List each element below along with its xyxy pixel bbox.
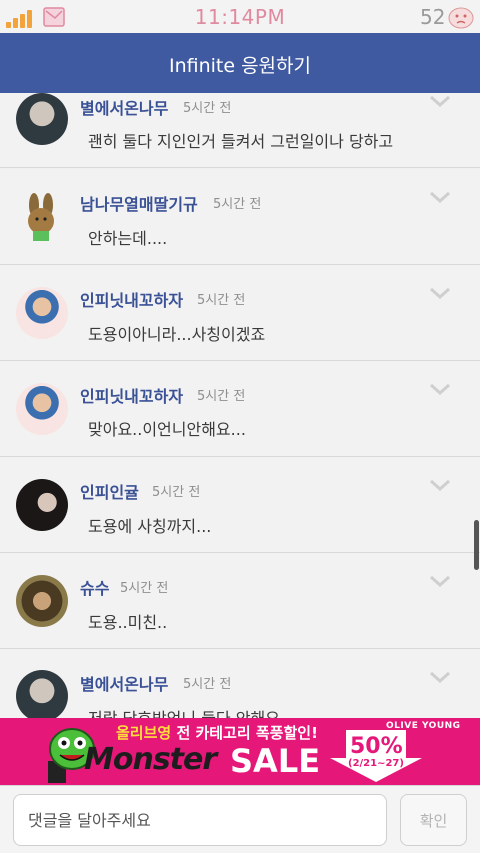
- ad-banner[interactable]: 올리브영 전 카테고리 폭풍할인! Monster SALE OLIVE YOU…: [0, 718, 480, 785]
- ad-dates: (2/21~27): [348, 758, 404, 769]
- comment-author[interactable]: 별에서온나무: [80, 95, 168, 119]
- avatar[interactable]: [16, 93, 68, 145]
- comment-time: 5시간 전: [213, 197, 262, 212]
- comment-time: 5시간 전: [120, 581, 169, 596]
- app-header: Infinite 응원하기: [0, 33, 480, 93]
- comment-text: 안하는데....: [88, 229, 168, 248]
- comment-text: 도용..미친..: [88, 613, 168, 632]
- comment-author[interactable]: 슈수: [80, 575, 109, 599]
- chevron-down-icon[interactable]: [428, 381, 452, 397]
- comment-input-bar: 확인: [0, 785, 480, 853]
- ad-monster-text: Monster: [84, 742, 217, 777]
- comment-time: 5시간 전: [197, 293, 246, 308]
- comment-item: 남나무열매딸기규 5시간 전 안하는데....: [0, 169, 480, 265]
- ad-brand-logo: OLIVE YOUNG: [386, 721, 461, 731]
- chevron-down-icon[interactable]: [428, 93, 452, 109]
- chevron-down-icon[interactable]: [428, 189, 452, 205]
- chevron-down-icon[interactable]: [428, 285, 452, 301]
- comment-time: 5시간 전: [183, 101, 232, 116]
- status-bar: 11:14PM 52: [0, 0, 480, 33]
- comment-time: 5시간 전: [197, 389, 246, 404]
- comment-item: 별에서온나무 5시간 전 저랑 당호박언니 둘다 안해요: [0, 649, 480, 718]
- comment-item: 슈수 5시간 전 도용..미친..: [0, 553, 480, 649]
- comment-author[interactable]: 인피인귤: [80, 479, 139, 503]
- page-title: Infinite 응원하기: [168, 55, 312, 77]
- comment-time: 5시간 전: [152, 485, 201, 500]
- comment-list[interactable]: 별에서온나무 5시간 전 괜히 둘다 지인인거 들켜서 그런일이나 당하고 남나…: [0, 93, 480, 718]
- comment-text: 도용에 사칭까지...: [88, 517, 212, 536]
- ad-discount: 50%: [350, 734, 403, 759]
- comment-author[interactable]: 남나무열매딸기규: [80, 191, 198, 215]
- avatar[interactable]: [16, 383, 68, 435]
- comment-item: 인피닛내꼬하자 5시간 전 도용이아니라...사칭이겠죠: [0, 265, 480, 361]
- chevron-down-icon[interactable]: [428, 669, 452, 685]
- comment-text: 도용이아니라...사칭이겠죠: [88, 325, 266, 344]
- comment-item: 인피인귤 5시간 전 도용에 사칭까지...: [0, 457, 480, 553]
- ad-headline-text: 전 카테고리 폭풍할인!: [176, 724, 318, 742]
- avatar[interactable]: [16, 575, 68, 627]
- chevron-down-icon[interactable]: [428, 477, 452, 493]
- ad-headline: 올리브영 전 카테고리 폭풍할인!: [116, 722, 318, 743]
- battery-level: 52: [420, 5, 446, 29]
- comment-author[interactable]: 인피닛내꼬하자: [80, 383, 183, 407]
- comment-author[interactable]: 별에서온나무: [80, 671, 168, 695]
- comment-text: 저랑 당호박언니 둘다 안해요: [88, 705, 280, 718]
- avatar[interactable]: [16, 479, 68, 531]
- comment-author[interactable]: 인피닛내꼬하자: [80, 287, 183, 311]
- scrollbar[interactable]: [474, 520, 479, 570]
- chevron-down-icon[interactable]: [428, 573, 452, 589]
- avatar[interactable]: [16, 191, 68, 243]
- comment-text: 괜히 둘다 지인인거 들켜서 그런일이나 당하고: [88, 132, 394, 151]
- comment-input[interactable]: [13, 794, 387, 846]
- avatar[interactable]: [16, 287, 68, 339]
- battery-face-icon: [448, 7, 474, 29]
- comment-item: 별에서온나무 5시간 전 괜히 둘다 지인인거 들켜서 그런일이나 당하고: [0, 93, 480, 168]
- ad-brand-korean: 올리브영: [116, 724, 172, 742]
- avatar[interactable]: [16, 670, 68, 718]
- clock: 11:14PM: [194, 5, 286, 29]
- ad-sale-text: SALE: [230, 742, 321, 780]
- comment-item: 인피닛내꼬하자 5시간 전 맞아요..이언니안해요...: [0, 361, 480, 457]
- comment-time: 5시간 전: [183, 677, 232, 692]
- comment-text: 맞아요..이언니안해요...: [88, 420, 246, 439]
- confirm-button[interactable]: 확인: [400, 794, 467, 846]
